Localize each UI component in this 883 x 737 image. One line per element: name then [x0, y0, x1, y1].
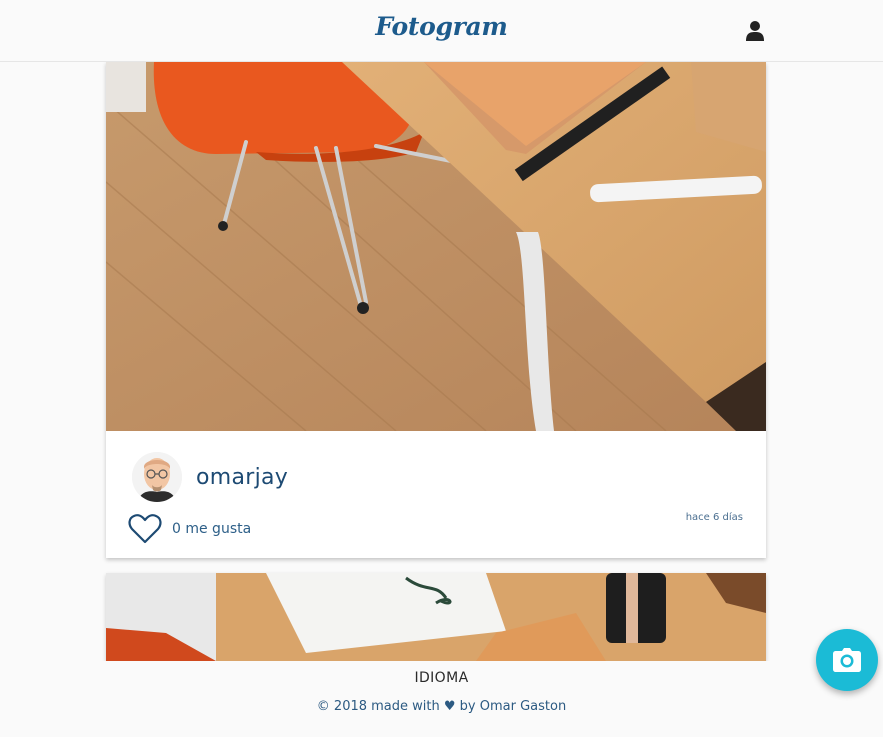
post-username[interactable]: omarjay — [196, 465, 288, 490]
camera-icon[interactable] — [816, 629, 878, 691]
user-icon[interactable] — [745, 20, 765, 42]
heart-outline-icon[interactable] — [128, 514, 162, 544]
top-bar: Fotogram — [0, 0, 883, 62]
post-timestamp: hace 6 días — [685, 512, 743, 523]
post-photo[interactable] — [106, 62, 766, 431]
post-photo[interactable] — [106, 573, 766, 661]
post-author[interactable]: omarjay — [132, 450, 288, 504]
footer-credits: © 2018 made with ♥ by Omar Gaston — [316, 699, 567, 714]
post-card — [106, 573, 766, 661]
likes-count: 0 me gusta — [172, 521, 252, 537]
page-footer: IDIOMA © 2018 made with ♥ by Omar Gaston — [0, 661, 883, 737]
post-card: omarjay 0 me gusta hace 6 días — [106, 62, 766, 558]
language-selector[interactable]: IDIOMA — [0, 670, 883, 686]
post-likes: 0 me gusta — [128, 514, 251, 544]
avatar[interactable] — [132, 452, 182, 502]
